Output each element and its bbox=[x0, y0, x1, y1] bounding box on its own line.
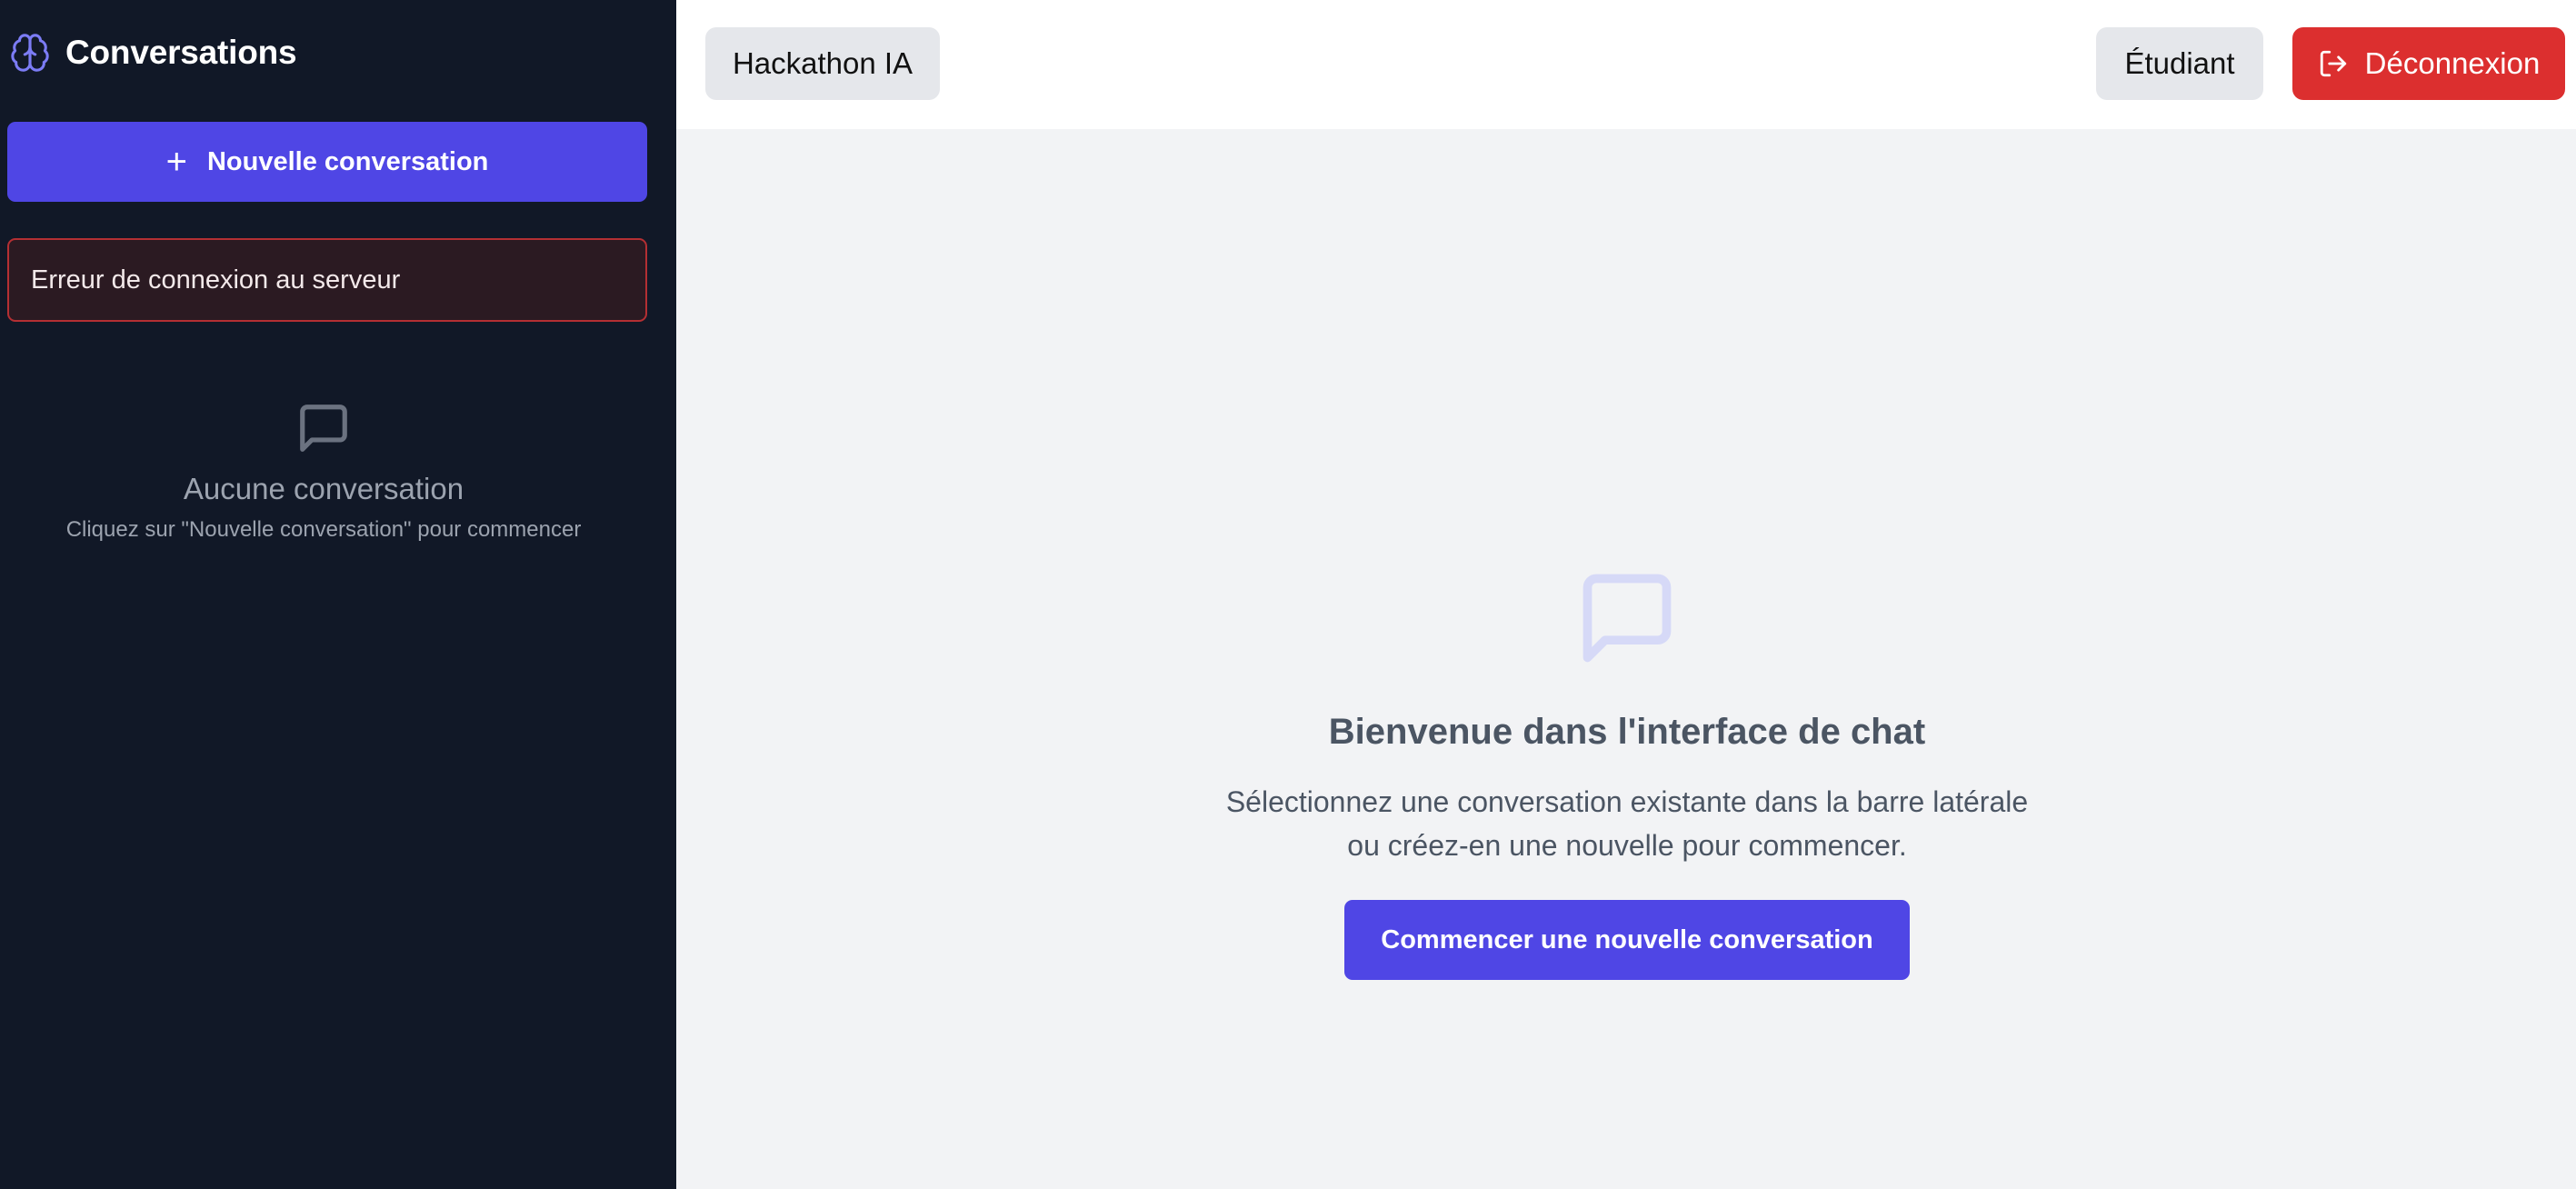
error-alert: Erreur de connexion au serveur bbox=[7, 238, 647, 322]
empty-title: Aucune conversation bbox=[183, 472, 464, 505]
brain-icon bbox=[11, 34, 49, 72]
sidebar-header: Conversations bbox=[9, 31, 297, 75]
logout-button[interactable]: Déconnexion bbox=[2292, 27, 2565, 100]
new-conversation-label: Nouvelle conversation bbox=[206, 146, 489, 176]
project-badge[interactable]: Hackathon IA bbox=[705, 27, 940, 100]
main-panel: Bienvenue dans l'interface de chat Sélec… bbox=[676, 129, 2576, 1189]
chat-bubble-icon bbox=[1583, 574, 1672, 663]
logout-icon bbox=[2320, 50, 2346, 77]
welcome-title: Bienvenue dans l'interface de chat bbox=[1328, 712, 1926, 752]
top-bar: Hackathon IA Étudiant Déconnexion bbox=[676, 0, 2576, 129]
app-root: Conversations + Nouvelle conversation Er… bbox=[0, 0, 2576, 1189]
new-conversation-button[interactable]: + Nouvelle conversation bbox=[7, 122, 647, 202]
chat-bubble-icon bbox=[300, 405, 347, 452]
welcome-description-line-2: ou créez-en une nouvelle pour commencer. bbox=[1347, 829, 1907, 862]
start-conversation-button[interactable]: Commencer une nouvelle conversation bbox=[1344, 900, 1910, 980]
error-message: Erreur de connexion au serveur bbox=[31, 265, 401, 295]
empty-conversations: Aucune conversation Cliquez sur "Nouvell… bbox=[0, 400, 647, 543]
welcome-description-line-1: Sélectionnez une conversation existante … bbox=[1225, 785, 2029, 818]
empty-hint: Cliquez sur "Nouvelle conversation" pour… bbox=[65, 517, 582, 542]
welcome-section: Bienvenue dans l'interface de chat Sélec… bbox=[1122, 565, 2132, 980]
welcome-description: Sélectionnez une conversation existante … bbox=[1122, 780, 2132, 867]
logout-label: Déconnexion bbox=[2364, 46, 2541, 80]
plus-icon: + bbox=[165, 142, 187, 182]
sidebar: Conversations + Nouvelle conversation Er… bbox=[0, 0, 676, 1189]
role-badge[interactable]: Étudiant bbox=[2096, 27, 2263, 100]
sidebar-title: Conversations bbox=[65, 34, 297, 71]
